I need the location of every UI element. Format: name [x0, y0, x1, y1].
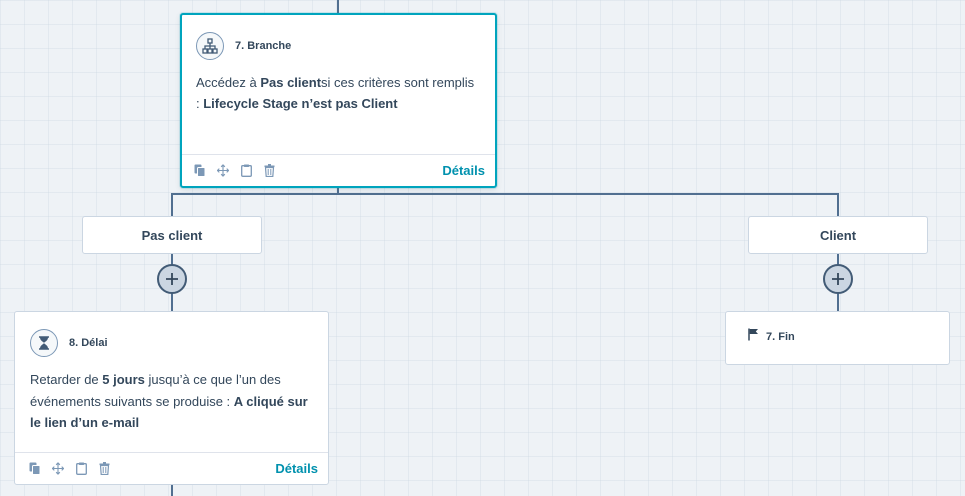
clipboard-icon[interactable]: [75, 462, 87, 475]
connector-right-add-to-card: [837, 292, 839, 312]
branch-card-title: 7. Branche: [235, 40, 292, 52]
trash-icon[interactable]: [263, 164, 275, 177]
branch-criteria: Lifecycle Stage n’est pas Client: [203, 96, 398, 111]
connector-left-down: [171, 193, 173, 217]
connector-right-down: [837, 193, 839, 217]
branch-target: Pas client: [260, 75, 322, 90]
add-action-button-left[interactable]: [157, 264, 187, 294]
delay-card-footer: Détails: [15, 452, 328, 484]
branch-card-footer: Détails: [182, 154, 495, 186]
flag-icon: [748, 328, 759, 346]
move-icon[interactable]: [217, 164, 229, 177]
delay-text-prefix: Retarder de: [30, 372, 103, 387]
delay-card-description: Retarder de 5 jours jusqu’à ce que l’un …: [30, 369, 318, 434]
branch-label-client[interactable]: Client: [748, 216, 928, 254]
branch-card-description: Accédez à Pas clientsi ces critères sont…: [196, 72, 481, 114]
plus-icon: [832, 273, 844, 285]
connector-branch-horizontal: [171, 193, 839, 195]
connector-top: [337, 0, 339, 14]
delay-details-link[interactable]: Détails: [275, 461, 318, 476]
plus-icon: [166, 273, 178, 285]
add-action-button-right[interactable]: [823, 264, 853, 294]
end-action-card[interactable]: 7. Fin: [725, 311, 950, 365]
move-icon[interactable]: [52, 462, 64, 475]
end-card-title: 7. Fin: [766, 331, 795, 343]
delay-card-title: 8. Délai: [69, 337, 108, 349]
hourglass-icon: [30, 329, 58, 357]
copy-icon[interactable]: [29, 462, 41, 475]
branch-icon: [196, 32, 224, 60]
clipboard-icon[interactable]: [240, 164, 252, 177]
branch-text-prefix: Accédez à: [196, 75, 261, 90]
trash-icon[interactable]: [98, 462, 110, 475]
delay-action-card[interactable]: 8. Délai Retarder de 5 jours jusqu’à ce …: [14, 311, 329, 485]
branch-details-link[interactable]: Détails: [442, 163, 485, 178]
delay-duration: 5 jours: [102, 372, 145, 387]
branch-action-card[interactable]: 7. Branche Accédez à Pas clientsi ces cr…: [180, 13, 497, 188]
connector-bottom: [171, 484, 173, 496]
copy-icon[interactable]: [194, 164, 206, 177]
connector-left-add-to-card: [171, 292, 173, 312]
branch-label-pas-client[interactable]: Pas client: [82, 216, 262, 254]
